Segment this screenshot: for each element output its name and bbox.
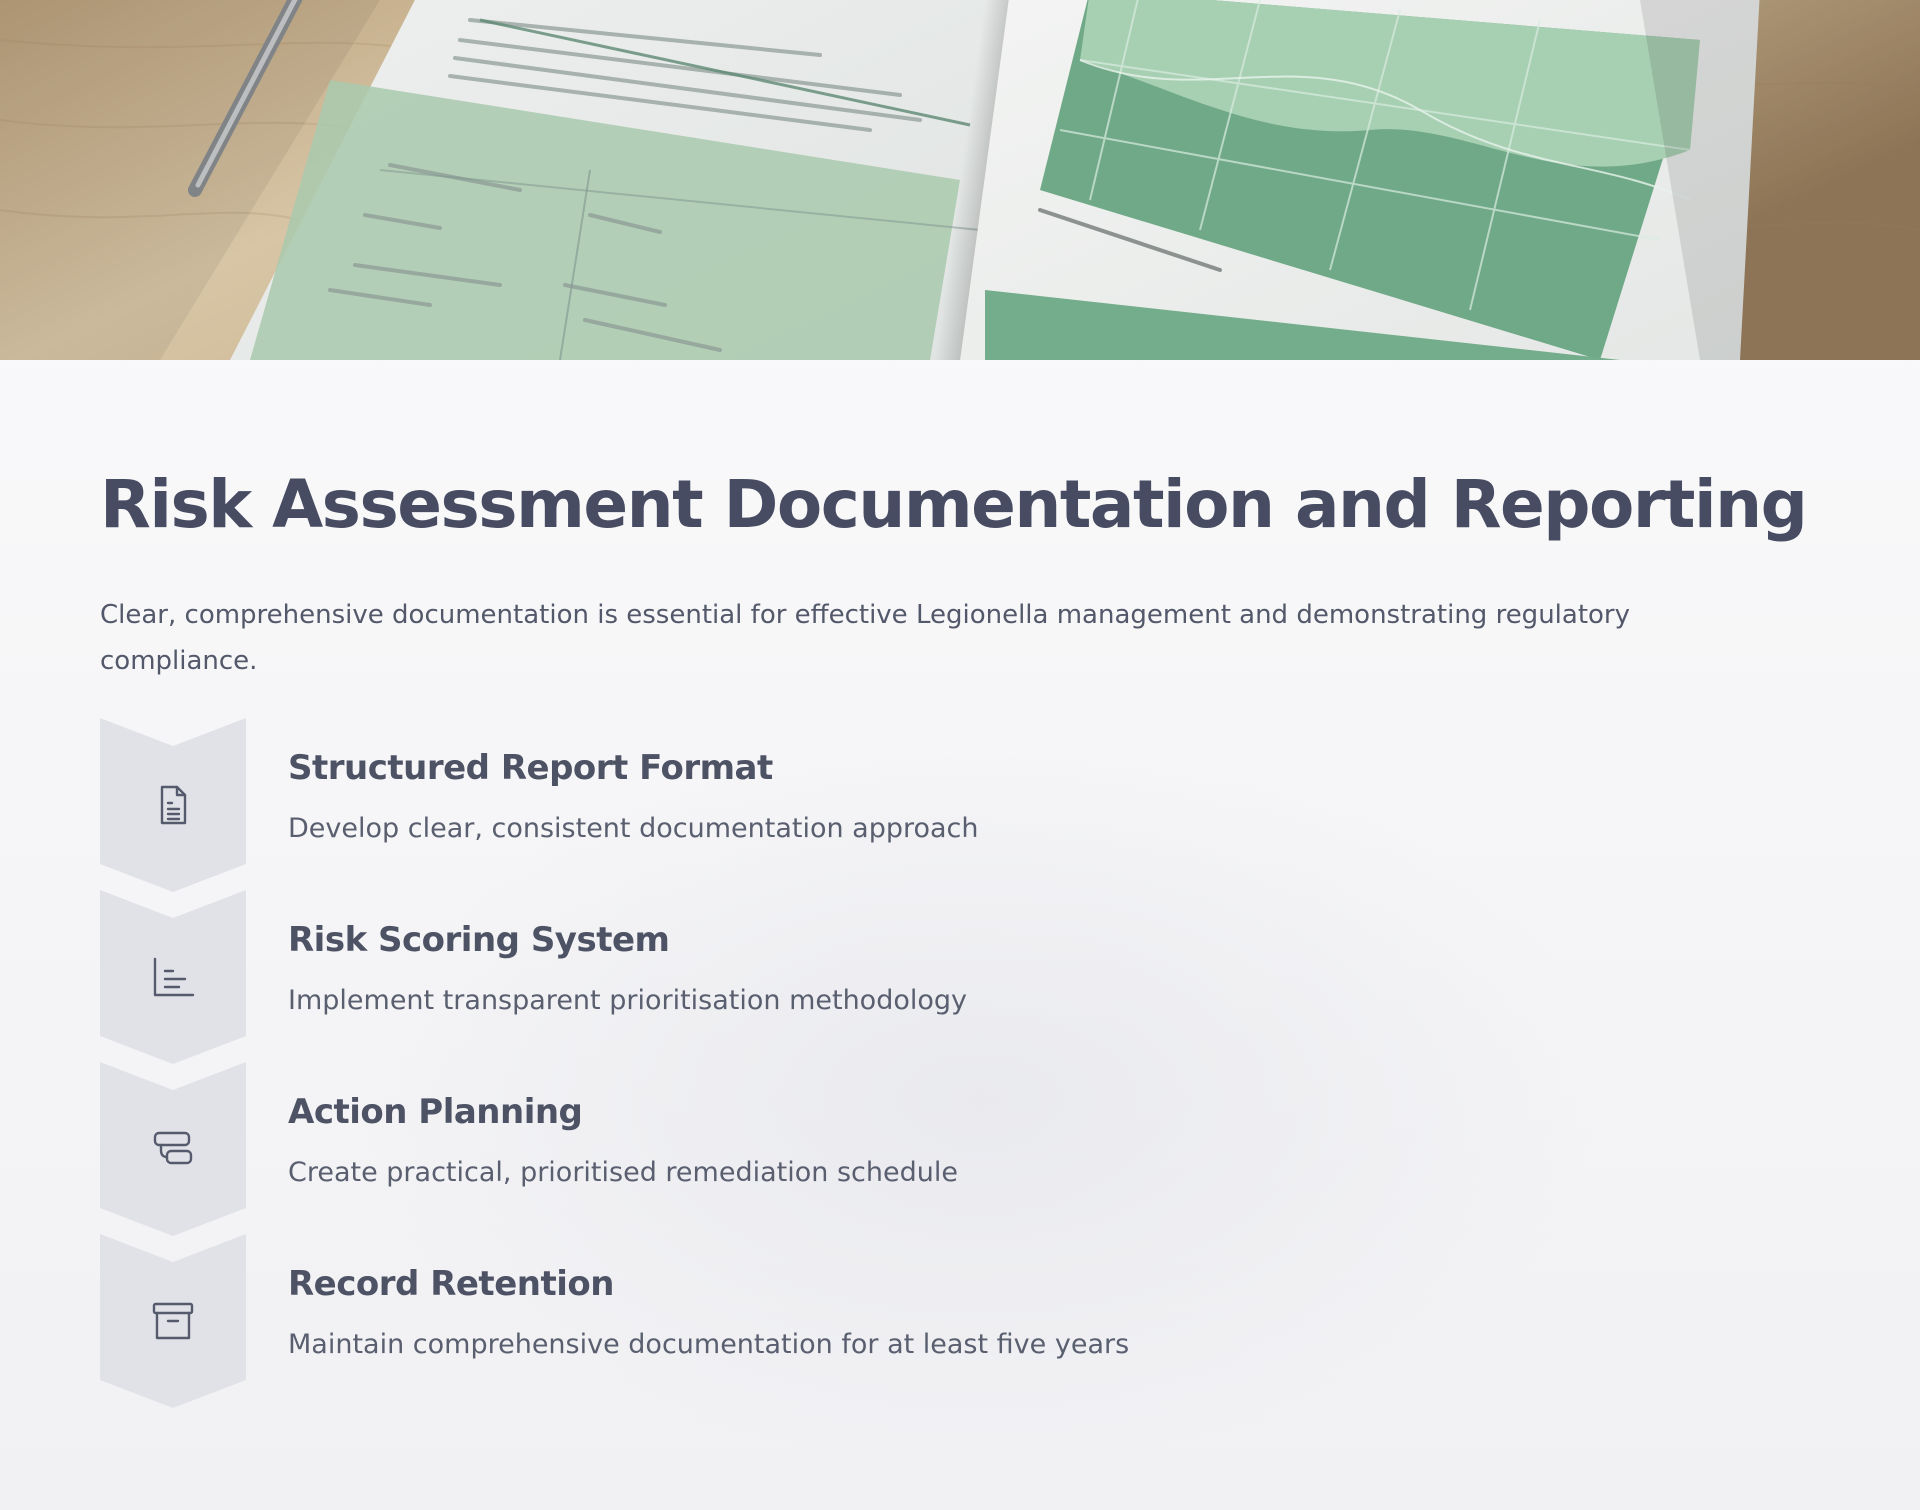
step-description: Develop clear, consistent documentation … <box>288 813 979 844</box>
step-title: Record Retention <box>288 1264 614 1304</box>
step-title: Structured Report Format <box>288 748 773 788</box>
step-description: Maintain comprehensive documentation for… <box>288 1329 1130 1360</box>
bar-chart-icon <box>153 957 195 997</box>
step-record-retention: Record Retention Maintain comprehensive … <box>100 1234 1700 1408</box>
step-title: Risk Scoring System <box>288 920 670 960</box>
step-risk-scoring-system: Risk Scoring System Implement transparen… <box>100 890 1700 1064</box>
page-title: Risk Assessment Documentation and Report… <box>100 466 1808 543</box>
step-structured-report-format: Structured Report Format Develop clear, … <box>100 718 1700 892</box>
intro-paragraph: Clear, comprehensive documentation is es… <box>100 600 1631 676</box>
document-icon <box>160 785 187 825</box>
step-description: Implement transparent prioritisation met… <box>288 985 967 1016</box>
step-chevron <box>100 718 246 892</box>
step-chevron <box>100 1062 246 1236</box>
hero-image <box>0 0 1920 360</box>
step-action-planning: Action Planning Create practical, priori… <box>100 1062 1700 1236</box>
action-plan-icon <box>153 1131 193 1165</box>
step-chevron <box>100 1234 246 1408</box>
step-title: Action Planning <box>288 1092 583 1132</box>
step-description: Create practical, prioritised remediatio… <box>288 1157 958 1188</box>
archive-icon <box>152 1302 194 1340</box>
report-photo-illustration <box>0 0 1920 360</box>
step-chevron <box>100 890 246 1064</box>
